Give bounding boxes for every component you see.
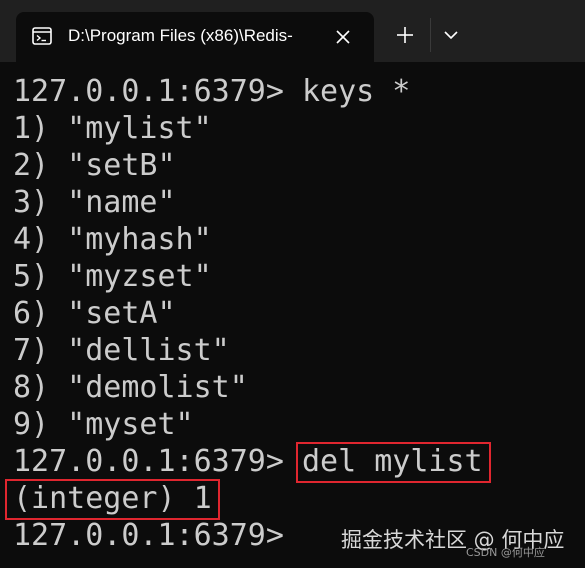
prompt: 127.0.0.1:6379>	[13, 518, 284, 553]
terminal-output[interactable]: 127.0.0.1:6379> keys * 1) "mylist" 2) "s…	[13, 73, 583, 554]
plus-icon[interactable]	[394, 24, 416, 46]
terminal-window: D:\Program Files (x86)\Redis- 127.0.0.1:…	[0, 0, 585, 568]
result-line: 3) "name"	[13, 185, 176, 220]
result-line: 4) "myhash"	[13, 222, 212, 257]
result-line: 6) "setA"	[13, 296, 176, 331]
command-text: keys *	[301, 74, 411, 109]
tab-bar: D:\Program Files (x86)\Redis-	[0, 0, 585, 62]
sub-watermark: CSDN @何中应	[466, 546, 545, 559]
close-icon[interactable]	[332, 26, 354, 48]
highlighted-command: del mylist	[301, 444, 483, 479]
result-line: 1) "mylist"	[13, 111, 212, 146]
command-line: 127.0.0.1:6379> keys *	[13, 73, 583, 110]
tab-title: D:\Program Files (x86)\Redis-	[68, 26, 293, 45]
terminal-icon	[32, 27, 52, 45]
highlighted-result: (integer) 1	[13, 481, 212, 516]
result-line: 8) "demolist"	[13, 370, 248, 405]
prompt: 127.0.0.1:6379>	[13, 444, 302, 479]
chevron-down-icon[interactable]	[440, 26, 462, 44]
prompt: 127.0.0.1:6379>	[13, 74, 302, 109]
result-line: 5) "myzset"	[13, 259, 212, 294]
result-line: 7) "dellist"	[13, 333, 230, 368]
result-line: 2) "setB"	[13, 148, 176, 183]
result-line: 9) "myset"	[13, 407, 194, 442]
result-line: (integer) 1	[13, 480, 583, 517]
tab-separator	[430, 18, 431, 52]
command-line: 127.0.0.1:6379> del mylist	[13, 443, 583, 480]
tab-redis-cli[interactable]: D:\Program Files (x86)\Redis-	[16, 12, 374, 62]
